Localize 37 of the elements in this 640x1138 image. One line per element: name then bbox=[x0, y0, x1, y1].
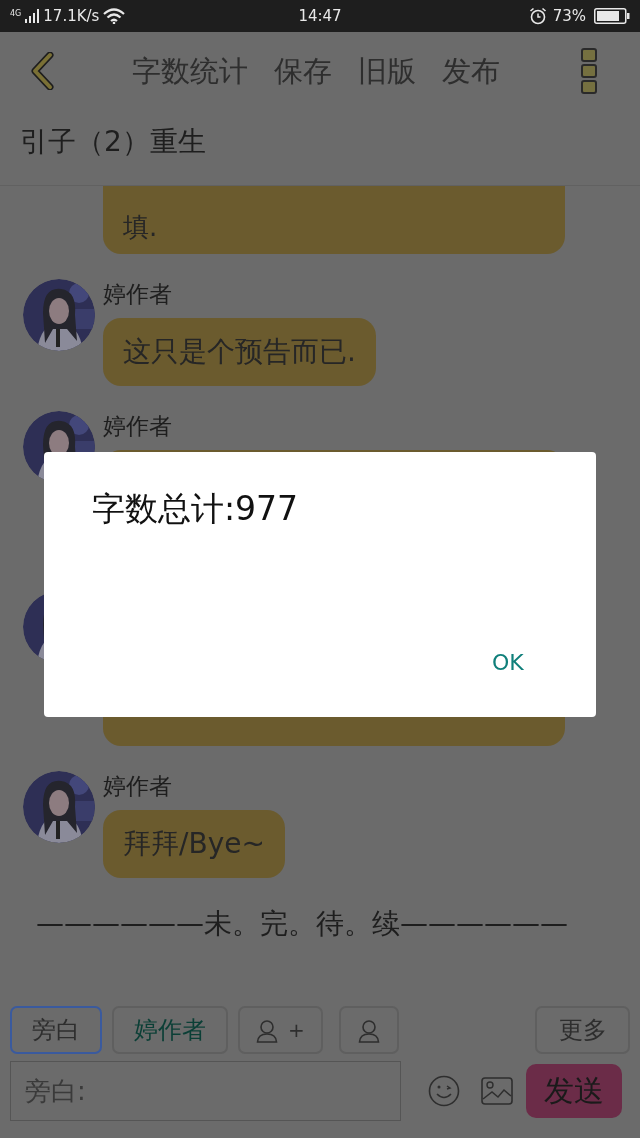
battery-percent: 73% bbox=[552, 5, 586, 27]
network-speed: 17.1K/s bbox=[43, 5, 100, 27]
author-name: 婷作者 bbox=[103, 280, 173, 309]
emoji-button[interactable] bbox=[426, 1073, 462, 1109]
smiley-icon bbox=[428, 1075, 460, 1107]
message-bubble: 拜拜/Bye~ bbox=[103, 810, 285, 878]
character-button[interactable] bbox=[338, 1006, 399, 1054]
clock: 14:47 bbox=[297, 5, 343, 27]
chapter-title: 引子（2）重生 bbox=[19, 124, 207, 160]
dialog-message: 字数总计:977 bbox=[92, 492, 299, 525]
menu-icon bbox=[581, 48, 597, 94]
back-icon bbox=[30, 52, 54, 90]
more-button[interactable]: 更多 bbox=[535, 1006, 630, 1054]
role-button[interactable]: 婷作者 bbox=[112, 1006, 228, 1054]
message-bubble: 这只是个预告而已. bbox=[103, 318, 376, 386]
send-button[interactable]: 发送 bbox=[526, 1064, 622, 1118]
toolbar-action[interactable]: 字数统计 bbox=[132, 56, 248, 86]
end-note: ——————未。完。待。续—————— bbox=[36, 910, 569, 938]
battery-icon bbox=[594, 8, 630, 24]
menu-button[interactable] bbox=[578, 46, 600, 96]
ok-button[interactable]: OK bbox=[492, 652, 524, 674]
signal-icon bbox=[25, 9, 40, 23]
image-button[interactable] bbox=[480, 1074, 514, 1108]
message-text: 填. bbox=[123, 214, 158, 240]
role-button[interactable]: 旁白 bbox=[10, 1006, 102, 1054]
author-name: 婷作者 bbox=[103, 772, 173, 801]
toolbar-action[interactable]: 旧版 bbox=[358, 56, 416, 86]
add-character-button[interactable]: + bbox=[238, 1006, 323, 1054]
person-icon bbox=[357, 1017, 380, 1043]
person-icon bbox=[256, 1017, 278, 1043]
toolbar-action[interactable]: 发布 bbox=[442, 56, 500, 86]
network-type: 4G bbox=[10, 9, 22, 18]
toolbar-action[interactable]: 保存 bbox=[274, 56, 332, 86]
author-name: 婷作者 bbox=[103, 412, 173, 441]
image-icon bbox=[481, 1077, 513, 1105]
wifi-icon bbox=[103, 8, 126, 24]
alarm-icon bbox=[528, 7, 547, 25]
